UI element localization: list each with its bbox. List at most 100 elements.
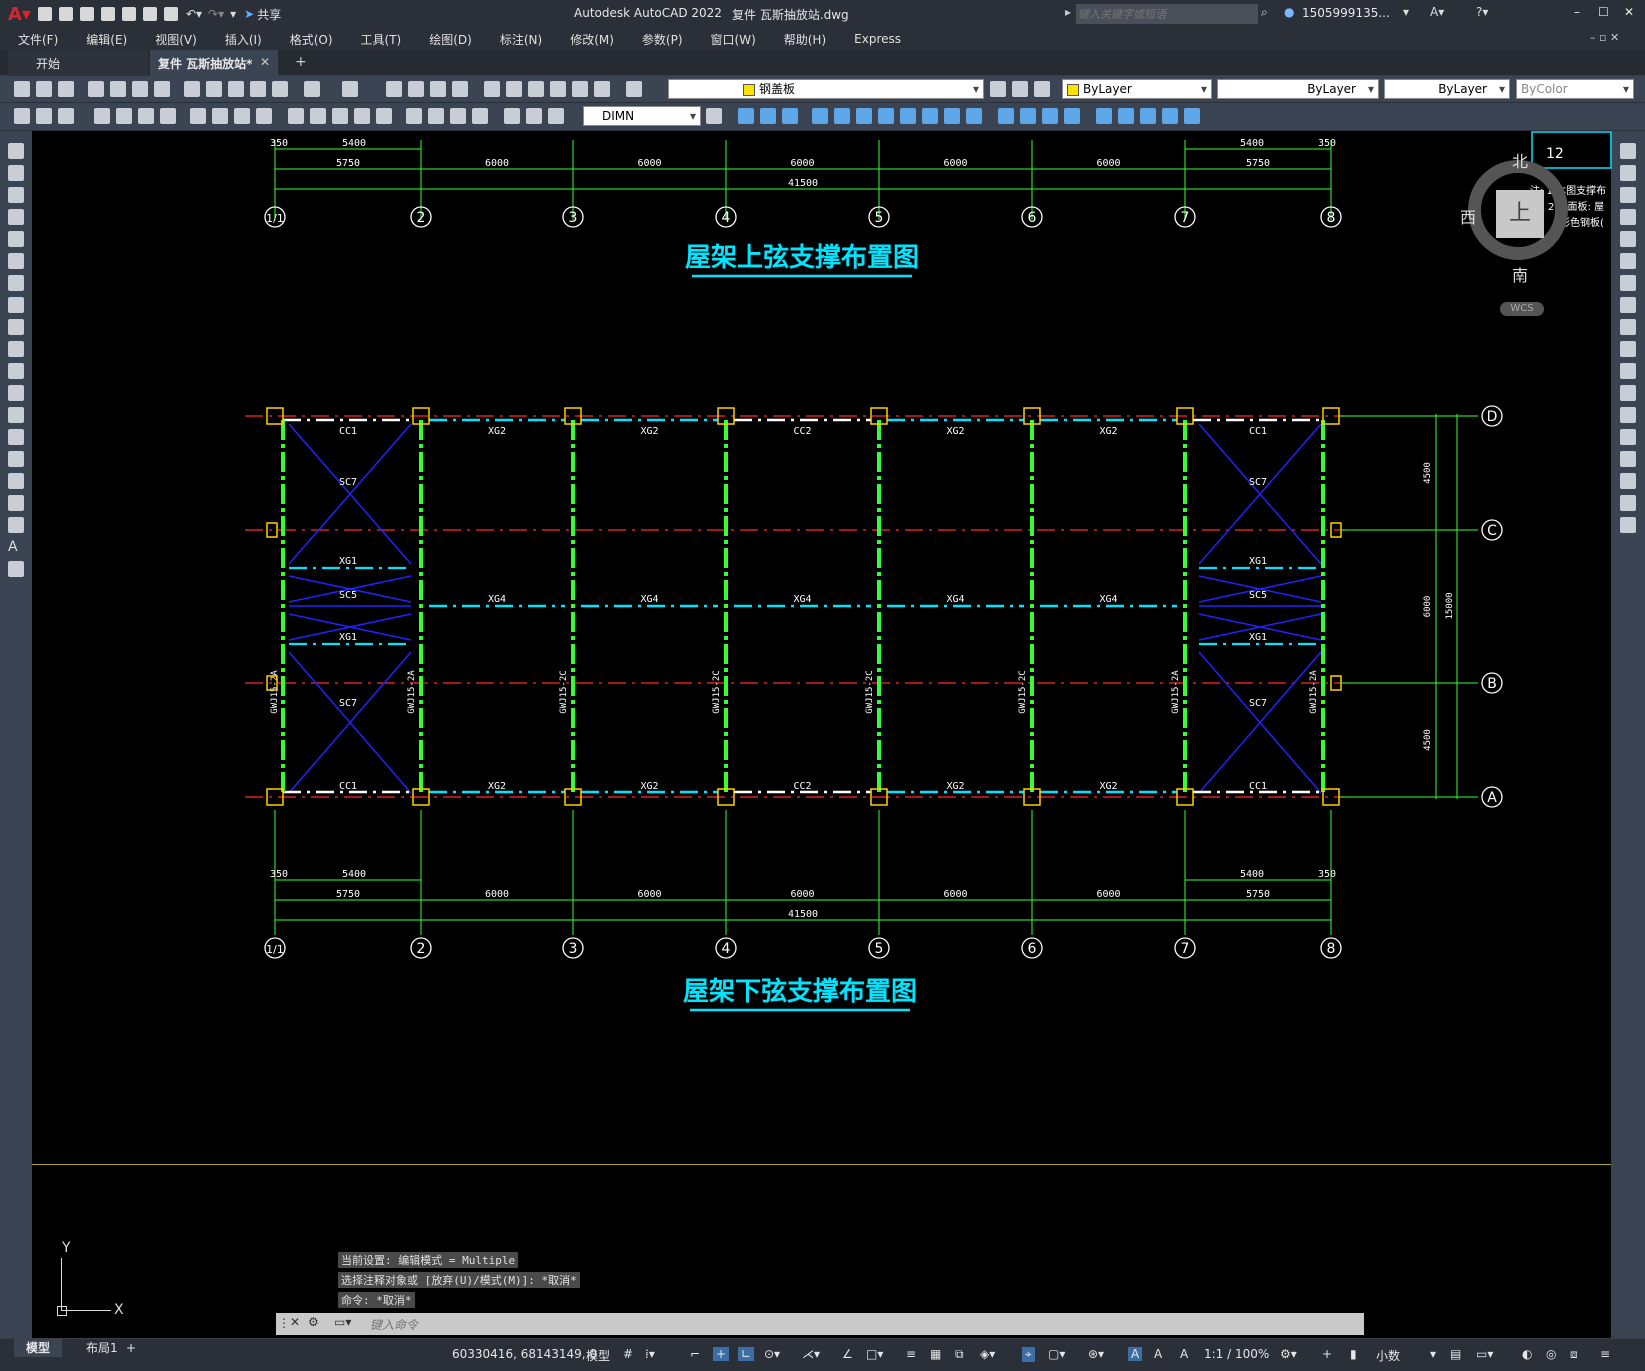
hatch-icon[interactable] bbox=[8, 451, 24, 467]
menu-format[interactable]: 格式(O) bbox=[290, 31, 333, 48]
mirror-icon[interactable] bbox=[1620, 187, 1636, 203]
break-icon[interactable] bbox=[1620, 407, 1636, 423]
menu-view[interactable]: 视图(V) bbox=[155, 31, 197, 48]
gradient-icon[interactable] bbox=[8, 473, 24, 489]
tab-document[interactable]: 复件 瓦斯抽放站* ✕ bbox=[150, 50, 278, 76]
lineweight-icon[interactable]: ≡ bbox=[906, 1347, 916, 1361]
sheet-set-icon[interactable] bbox=[550, 81, 566, 97]
dynamic-ucs-icon[interactable]: ⌖ bbox=[1022, 1347, 1035, 1362]
modify-tb-icon-7[interactable] bbox=[878, 108, 894, 124]
menu-window[interactable]: 窗口(W) bbox=[711, 31, 756, 48]
table-icon[interactable] bbox=[8, 517, 24, 533]
dim-text-edit-icon[interactable] bbox=[526, 108, 542, 124]
calculator-icon[interactable] bbox=[594, 81, 610, 97]
modify-tb-icon-5[interactable] bbox=[834, 108, 850, 124]
extend-icon[interactable] bbox=[1620, 363, 1636, 379]
join-icon[interactable] bbox=[1620, 429, 1636, 445]
modify-tb-icon-4[interactable] bbox=[812, 108, 828, 124]
modify-tb-icon-8[interactable] bbox=[900, 108, 916, 124]
drawing-canvas[interactable]: SC7 SC7 SC5 XG1 XG1 SC7 SC7 SC5 XG1 XG1 CC1 CC1 XG2 X… bbox=[0, 0, 1645, 1371]
layer-previous-icon[interactable] bbox=[1034, 81, 1050, 97]
close-button[interactable]: ✕ bbox=[1624, 5, 1634, 19]
quick-properties-icon[interactable]: ▤ bbox=[1450, 1347, 1461, 1361]
modify-tb-icon-13[interactable] bbox=[1020, 108, 1036, 124]
osnap-icon[interactable]: □▾ bbox=[866, 1347, 883, 1361]
modify-tb-icon-16[interactable] bbox=[1096, 108, 1112, 124]
customize-status-icon[interactable]: ≡ bbox=[1600, 1347, 1610, 1361]
continue-icon[interactable] bbox=[332, 108, 348, 124]
menu-edit[interactable]: 编辑(E) bbox=[86, 31, 127, 48]
help-tb-icon[interactable] bbox=[626, 81, 642, 97]
polyline-icon[interactable] bbox=[8, 187, 24, 203]
modify-tb-icon-18[interactable] bbox=[1140, 108, 1156, 124]
clean-screen-icon[interactable]: ⧈ bbox=[1570, 1347, 1578, 1362]
modify-tb-icon-1[interactable] bbox=[738, 108, 754, 124]
tab-close-icon[interactable]: ✕ bbox=[260, 55, 270, 69]
zoom-window-icon[interactable] bbox=[430, 81, 446, 97]
markup-icon[interactable] bbox=[572, 81, 588, 97]
redo-icon[interactable]: ↷▾ bbox=[208, 7, 224, 21]
autocad-logo-icon[interactable]: A▾ bbox=[8, 4, 31, 25]
tb2-icon-3[interactable] bbox=[58, 108, 74, 124]
explode-icon[interactable] bbox=[1620, 517, 1636, 533]
coordinates-readout[interactable]: 60330416, 68143149, 0 bbox=[452, 1347, 597, 1361]
snap-icon[interactable]: ⁞▾ bbox=[645, 1347, 655, 1361]
search-icon[interactable]: ⌕ bbox=[1261, 5, 1268, 20]
3dprint-icon[interactable] bbox=[154, 81, 170, 97]
rectangle-icon[interactable] bbox=[8, 231, 24, 247]
line-icon[interactable] bbox=[8, 143, 24, 159]
dim-style-icon[interactable] bbox=[706, 108, 722, 124]
arc-length-icon[interactable] bbox=[138, 108, 154, 124]
undo-icon[interactable]: ↶▾ bbox=[186, 7, 202, 21]
modify-tb-icon-9[interactable] bbox=[922, 108, 938, 124]
baseline-icon[interactable] bbox=[310, 108, 326, 124]
wcs-menu[interactable]: WCS bbox=[1500, 302, 1544, 316]
tab-model[interactable]: 模型 bbox=[14, 1339, 63, 1357]
menu-dimension[interactable]: 标注(N) bbox=[500, 31, 542, 48]
copy-obj-icon[interactable] bbox=[1620, 165, 1636, 181]
menu-help[interactable]: 帮助(H) bbox=[784, 31, 826, 48]
dim-break-icon[interactable] bbox=[376, 108, 392, 124]
viewcube-south[interactable]: 南 bbox=[1512, 262, 1528, 286]
mtext-icon[interactable]: A bbox=[8, 539, 24, 555]
qnew-icon[interactable] bbox=[14, 81, 30, 97]
units-value[interactable]: 小数 bbox=[1376, 1347, 1400, 1364]
ortho-icon[interactable]: ∟ bbox=[738, 1347, 755, 1361]
zoom-realtime-icon[interactable] bbox=[408, 81, 424, 97]
modify-tb-icon-15[interactable] bbox=[1064, 108, 1080, 124]
redo-tb-icon[interactable] bbox=[342, 81, 358, 97]
modify-tb-icon-19[interactable] bbox=[1162, 108, 1178, 124]
match-prop-icon[interactable] bbox=[250, 81, 266, 97]
share-icon[interactable]: ➤ bbox=[244, 7, 254, 21]
cmd-grip-icon[interactable]: ⋮ bbox=[278, 1316, 290, 1330]
share-button[interactable]: 共享 bbox=[257, 6, 281, 23]
dim-update-icon[interactable] bbox=[548, 108, 564, 124]
design-center-icon[interactable] bbox=[506, 81, 522, 97]
circle-icon[interactable] bbox=[8, 275, 24, 291]
modify-tb-icon-14[interactable] bbox=[1042, 108, 1058, 124]
annotation-scale-value[interactable]: 1:1 / 100% bbox=[1204, 1347, 1269, 1361]
infer-icon[interactable]: ⌐ bbox=[690, 1347, 700, 1361]
ordinate-icon[interactable] bbox=[160, 108, 176, 124]
revcloud-icon[interactable] bbox=[8, 297, 24, 313]
linetype-dropdown[interactable]: ByLayer bbox=[1217, 79, 1379, 99]
construction-line-icon[interactable] bbox=[8, 165, 24, 181]
ellipse-icon[interactable] bbox=[8, 341, 24, 357]
break-point-icon[interactable] bbox=[1620, 385, 1636, 401]
zoom-previous-icon[interactable] bbox=[452, 81, 468, 97]
arc-icon[interactable] bbox=[8, 253, 24, 269]
plotstyle-dropdown[interactable]: ByColor bbox=[1516, 79, 1634, 99]
plot-icon[interactable] bbox=[163, 7, 178, 21]
help-icon[interactable]: ?▾ bbox=[1476, 5, 1488, 19]
search-input[interactable] bbox=[1076, 4, 1258, 24]
grid-icon[interactable]: # bbox=[623, 1347, 633, 1361]
units-icon[interactable]: ▮ bbox=[1350, 1347, 1357, 1361]
modify-tb-icon-10[interactable] bbox=[944, 108, 960, 124]
publish-icon[interactable] bbox=[132, 81, 148, 97]
offset-icon[interactable] bbox=[1620, 209, 1636, 225]
menu-draw[interactable]: 绘图(D) bbox=[429, 31, 472, 48]
layer-dropdown[interactable]: 钢盖板 bbox=[668, 79, 984, 99]
dim-edit-icon[interactable] bbox=[504, 108, 520, 124]
viewcube[interactable]: 上 北 西 南 WCS bbox=[1460, 148, 1590, 328]
transparency-icon[interactable]: ▦ bbox=[930, 1347, 941, 1361]
